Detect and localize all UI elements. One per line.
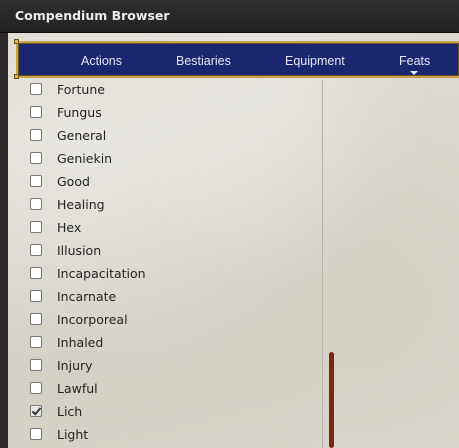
checkbox[interactable] <box>30 290 42 302</box>
trait-label: General <box>57 128 107 143</box>
trait-label: Incorporeal <box>57 312 128 327</box>
trait-item[interactable]: Incarnate <box>0 289 322 312</box>
trait-item[interactable]: Geniekin <box>0 151 322 174</box>
checkbox[interactable] <box>30 336 42 348</box>
tab-navigation-bar: Actions Bestiaries Equipment Feats <box>16 41 459 78</box>
tab-equipment[interactable]: Equipment <box>285 54 345 68</box>
pane-divider <box>322 80 323 448</box>
checkbox[interactable] <box>30 152 42 164</box>
trait-item[interactable]: Lich <box>0 404 322 427</box>
trait-label: Good <box>57 174 90 189</box>
checkbox[interactable] <box>30 244 42 256</box>
tab-bestiaries[interactable]: Bestiaries <box>176 54 231 68</box>
checkbox[interactable] <box>30 382 42 394</box>
trait-item[interactable]: Good <box>0 174 322 197</box>
trait-item[interactable]: Fungus <box>0 105 322 128</box>
checkbox[interactable] <box>30 221 42 233</box>
trait-item[interactable]: Fortune <box>0 82 322 105</box>
checkbox[interactable] <box>30 267 42 279</box>
compendium-browser-window: Compendium Browser Actions Bestiaries Eq… <box>0 0 459 448</box>
trait-label: Geniekin <box>57 151 113 166</box>
trait-label: Fortune <box>57 82 105 97</box>
trait-label: Fungus <box>57 105 102 120</box>
trait-label: Incapacitation <box>57 266 146 281</box>
checkbox-checked[interactable] <box>30 405 42 417</box>
checkbox[interactable] <box>30 198 42 210</box>
caret-down-icon <box>410 71 418 75</box>
trait-label: Hex <box>57 220 82 235</box>
trait-item[interactable]: Light <box>0 427 322 448</box>
trait-label: Healing <box>57 197 105 212</box>
checkbox[interactable] <box>30 83 42 95</box>
checkbox[interactable] <box>30 175 42 187</box>
trait-item[interactable]: Healing <box>0 197 322 220</box>
trait-item[interactable]: Incorporeal <box>0 312 322 335</box>
trait-label: Injury <box>57 358 93 373</box>
checkbox[interactable] <box>30 313 42 325</box>
checkbox[interactable] <box>30 359 42 371</box>
trait-item[interactable]: General <box>0 128 322 151</box>
trait-label: Incarnate <box>57 289 117 304</box>
trait-item[interactable]: Injury <box>0 358 322 381</box>
trait-label: Illusion <box>57 243 102 258</box>
checkbox[interactable] <box>30 106 42 118</box>
trait-item[interactable]: Illusion <box>0 243 322 266</box>
trait-label: Inhaled <box>57 335 104 350</box>
checkbox[interactable] <box>30 428 42 440</box>
trait-label: Lawful <box>57 381 98 396</box>
trait-item[interactable]: Hex <box>0 220 322 243</box>
trait-item[interactable]: Inhaled <box>0 335 322 358</box>
checkbox[interactable] <box>30 129 42 141</box>
trait-label: Light <box>57 427 89 442</box>
window-titlebar[interactable]: Compendium Browser <box>0 0 459 33</box>
navbar-corner-ornament <box>14 39 19 44</box>
window-title: Compendium Browser <box>15 8 170 23</box>
tab-actions[interactable]: Actions <box>81 54 122 68</box>
tab-feats[interactable]: Feats <box>399 54 430 68</box>
trait-label: Lich <box>57 404 83 419</box>
scrollbar-thumb[interactable] <box>329 352 334 448</box>
trait-filter-list: Fortune Fungus General Geniekin Good Healing H… <box>0 78 322 448</box>
trait-item[interactable]: Incapacitation <box>0 266 322 289</box>
trait-item[interactable]: Lawful <box>0 381 322 404</box>
